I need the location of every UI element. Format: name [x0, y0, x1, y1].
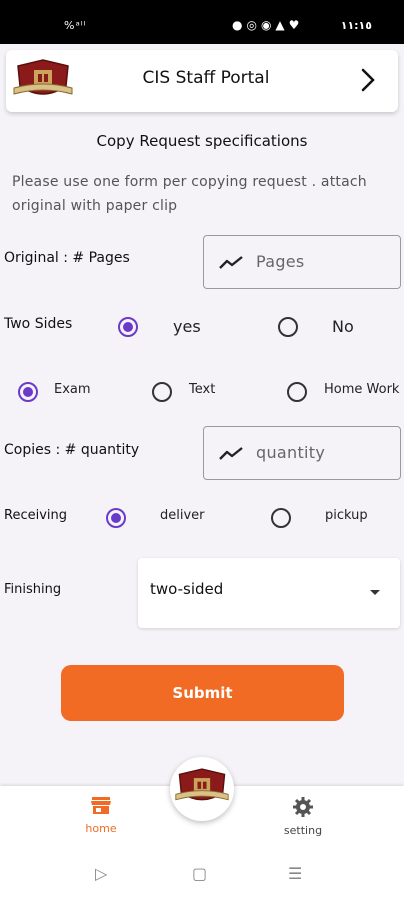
- receiving-label: Receiving: [4, 508, 68, 523]
- two-sides-yes-radio[interactable]: [118, 317, 138, 337]
- instructions-text: Please use one form per copying request …: [12, 174, 367, 214]
- receiving-pickup-label: pickup: [325, 508, 368, 523]
- nav-setting-label: setting: [283, 824, 323, 837]
- recents-icon[interactable]: ☰: [288, 864, 302, 883]
- notification-icons: ●◎◉▲♥: [232, 18, 304, 32]
- trend-line-icon: [219, 447, 243, 460]
- pages-input[interactable]: Pages: [203, 235, 401, 289]
- type-exam-radio[interactable]: [18, 382, 38, 402]
- trend-line-icon: [219, 256, 243, 269]
- type-text-radio[interactable]: [152, 382, 172, 402]
- finishing-label: Finishing: [4, 582, 62, 597]
- pages-placeholder: Pages: [256, 252, 305, 271]
- system-nav-bar: ▷ ▢ ☰: [0, 850, 404, 900]
- two-sides-no-label: No: [332, 317, 354, 336]
- submit-button[interactable]: Submit: [61, 665, 344, 721]
- receiving-deliver-label: deliver: [160, 508, 205, 523]
- status-time: ١١:١٥: [340, 19, 372, 32]
- receiving-pickup-radio[interactable]: [271, 508, 291, 528]
- receiving-deliver-radio[interactable]: [106, 508, 126, 528]
- page-title: CIS Staff Portal: [142, 68, 270, 88]
- finishing-value: two-sided: [150, 580, 224, 598]
- type-homework-radio[interactable]: [287, 382, 307, 402]
- status-bar: %ᵃˡˡ ●◎◉▲♥ ١١:١٥: [0, 0, 404, 44]
- original-pages-label: Original : # Pages: [4, 250, 130, 266]
- type-text-label: Text: [189, 382, 216, 397]
- chevron-right-icon[interactable]: [356, 64, 380, 96]
- two-sides-no-radio[interactable]: [278, 317, 298, 337]
- two-sides-yes-label: yes: [173, 317, 201, 336]
- school-crest-logo: [13, 59, 73, 95]
- back-icon[interactable]: ▷: [95, 864, 107, 883]
- finishing-select[interactable]: two-sided: [138, 558, 400, 628]
- school-crest-logo: [175, 768, 229, 801]
- store-icon: [91, 797, 111, 814]
- two-sides-label: Two Sides: [4, 316, 73, 332]
- section-title: Copy Request specifications: [96, 132, 308, 150]
- quantity-input[interactable]: quantity: [203, 426, 401, 480]
- type-exam-label: Exam: [54, 382, 91, 397]
- nav-setting[interactable]: setting: [263, 796, 343, 837]
- app-header: CIS Staff Portal: [6, 50, 398, 112]
- type-homework-label: Home Work: [324, 382, 400, 397]
- nav-home[interactable]: home: [61, 794, 141, 835]
- center-logo-button[interactable]: [170, 757, 234, 821]
- signal-status: %ᵃˡˡ: [64, 19, 87, 32]
- home-icon[interactable]: ▢: [192, 864, 207, 883]
- copies-label: Copies : # quantity: [4, 442, 140, 458]
- nav-home-label: home: [85, 822, 117, 835]
- quantity-placeholder: quantity: [256, 443, 326, 462]
- gear-icon: [293, 797, 313, 817]
- dropdown-caret-icon: [370, 590, 380, 595]
